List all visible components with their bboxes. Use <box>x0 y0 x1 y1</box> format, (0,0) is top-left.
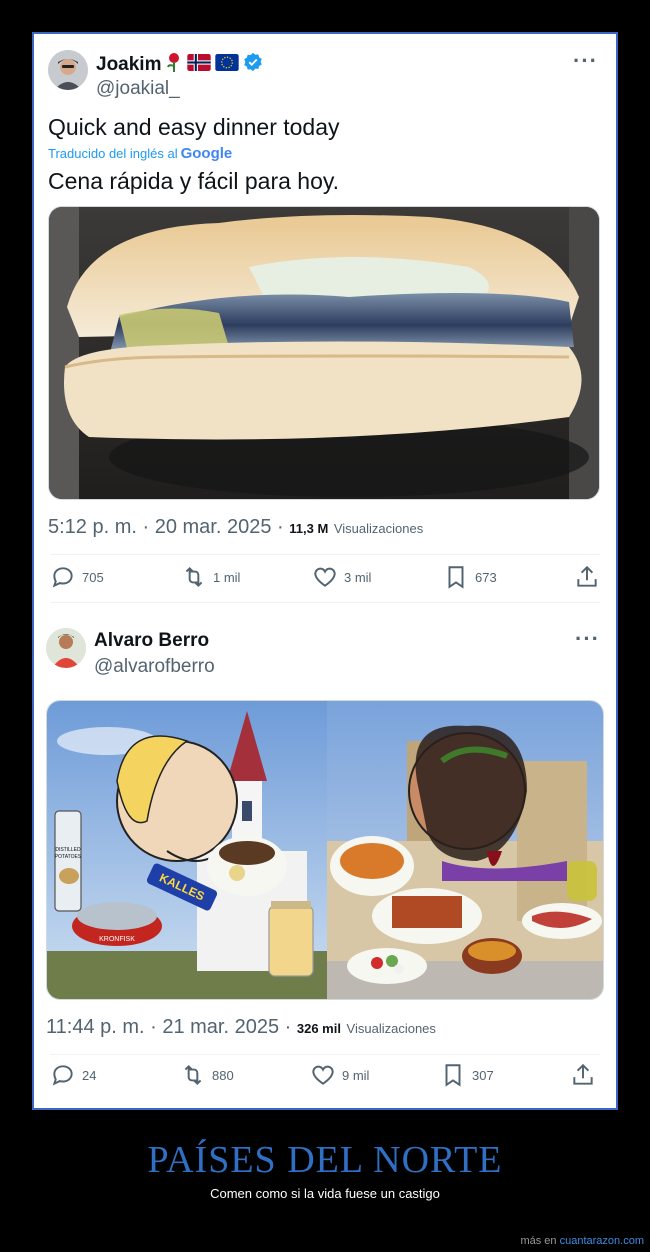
eu-flag-icon <box>215 53 240 76</box>
translation-label[interactable]: Traducido del inglés al Google <box>48 145 232 162</box>
tweet-timestamp[interactable]: 5:12 p. m. · 20 mar. 2025 · 11,3 M Visua… <box>48 516 423 539</box>
divider <box>50 1054 600 1055</box>
tweet-image-herring-sandwich[interactable] <box>48 206 600 500</box>
footer-credit: más en cuantarazon.com <box>520 1235 644 1247</box>
bookmark-count: 307 <box>472 1067 494 1083</box>
retweet-icon <box>185 566 203 588</box>
bookmark-button[interactable]: 307 <box>440 1062 550 1088</box>
reply-icon <box>52 567 73 588</box>
can-label: KRONFISK <box>99 936 135 943</box>
tweet-timestamp[interactable]: 11:44 p. m. · 21 mar. 2025 · 326 mil Vis… <box>46 1016 436 1039</box>
translated-from-text: Traducido del inglés al <box>48 146 178 161</box>
timestamp-text[interactable]: 11:44 p. m. · 21 mar. 2025 · <box>46 1016 291 1038</box>
share-button[interactable] <box>570 1062 596 1088</box>
author-handle[interactable]: @alvarofberro <box>94 656 215 678</box>
post-title: PAÍSES DEL NORTE <box>147 1139 503 1181</box>
rose-icon <box>165 52 183 77</box>
action-bar: 24 880 9 mil 307 <box>50 1062 596 1088</box>
svg-text:POTATOES: POTATOES <box>55 854 82 860</box>
post-subtitle: Comen como si la vida fuese un castigo <box>210 1186 440 1201</box>
tweets-screenshot-frame: Joakim @joakial_ ··· Quick and easy dinn… <box>32 32 618 1110</box>
retweet-count: 880 <box>212 1067 234 1083</box>
heart-icon <box>314 567 336 587</box>
divider <box>50 602 600 603</box>
bookmark-icon <box>445 1064 461 1087</box>
tweet-image-meme[interactable]: DISTILLED POTATOES KALLES KRONFISK <box>46 700 604 1000</box>
more-options-icon[interactable]: ··· <box>575 626 600 652</box>
reply-count: 705 <box>82 569 104 585</box>
tweet-alvaro-berro[interactable]: Alvaro Berro @alvarofberro ··· DISTILLED… <box>34 614 616 1108</box>
google-wordmark: Google <box>180 145 233 162</box>
bookmark-icon <box>448 566 464 589</box>
reply-icon <box>52 1065 73 1086</box>
google-logo: Google <box>181 145 233 162</box>
like-count: 9 mil <box>342 1067 370 1083</box>
translated-text: Cena rápida y fácil para hoy. <box>48 168 340 194</box>
share-button[interactable] <box>574 564 600 590</box>
tweet-joakim[interactable]: Joakim @joakial_ ··· Quick and easy dinn… <box>34 34 616 603</box>
verified-badge-icon <box>243 52 263 77</box>
heart-icon <box>312 1065 334 1085</box>
share-icon <box>577 565 597 587</box>
tweet-text: Quick and easy dinner today <box>48 114 340 140</box>
views-label: Visualizaciones <box>333 521 424 536</box>
retweet-button[interactable]: 880 <box>180 1062 290 1088</box>
view-count: 326 mil <box>296 1021 341 1036</box>
reply-button[interactable]: 705 <box>50 564 160 590</box>
author-name[interactable]: Joakim <box>96 54 161 76</box>
reply-count: 24 <box>82 1067 97 1083</box>
site-link[interactable]: cuantarazon.com <box>560 1235 644 1247</box>
footer-prefix: más en <box>520 1235 557 1247</box>
like-button[interactable]: 9 mil <box>310 1062 420 1088</box>
author-name[interactable]: Alvaro Berro <box>94 630 209 652</box>
nordic-vs-mediterranean-meme: DISTILLED POTATOES KALLES KRONFISK <box>47 701 603 999</box>
avatar[interactable] <box>48 50 88 90</box>
divider <box>50 554 600 555</box>
retweet-count: 1 mil <box>213 569 241 585</box>
views-label: Visualizaciones <box>346 1021 436 1036</box>
bookmark-count: 673 <box>475 569 497 585</box>
action-bar: 705 1 mil 3 mil 673 <box>50 564 600 590</box>
norway-flag-icon <box>187 53 212 76</box>
avatar[interactable] <box>46 628 86 668</box>
share-icon <box>573 1063 593 1085</box>
bookmark-button[interactable]: 673 <box>443 564 553 590</box>
like-button[interactable]: 3 mil <box>312 564 422 590</box>
author-handle[interactable]: @joakial_ <box>96 78 180 100</box>
view-count: 11,3 M <box>289 521 329 536</box>
herring-sandwich-photo <box>49 207 599 499</box>
retweet-icon <box>184 1064 202 1086</box>
timestamp-text[interactable]: 5:12 p. m. · 20 mar. 2025 · <box>48 516 284 538</box>
reply-button[interactable]: 24 <box>50 1062 160 1088</box>
potatoes-label: DISTILLED <box>55 847 81 853</box>
more-options-icon[interactable]: ··· <box>573 48 598 74</box>
like-count: 3 mil <box>344 569 372 585</box>
retweet-button[interactable]: 1 mil <box>181 564 291 590</box>
